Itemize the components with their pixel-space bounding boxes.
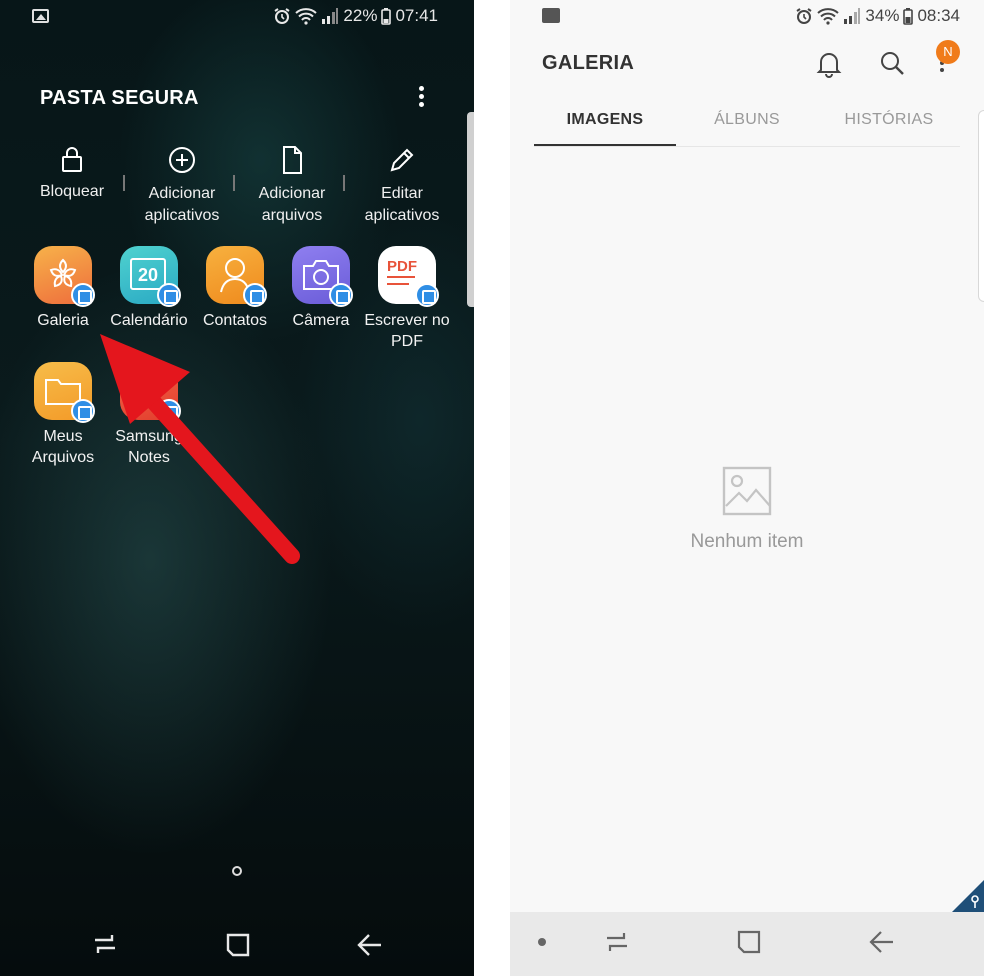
navigation-bar	[510, 912, 984, 976]
tab-historias[interactable]: HISTÓRIAS	[818, 108, 960, 146]
clock: 08:34	[917, 6, 960, 25]
recent-apps-icon[interactable]	[604, 930, 630, 954]
secure-folder-corner-icon	[952, 880, 984, 912]
status-bar: 34% 08:34	[510, 6, 984, 28]
tab-albuns[interactable]: ÁLBUNS	[676, 108, 818, 146]
page-indicator-dot	[232, 866, 242, 876]
right-screen-gallery: 34% 08:34 GALERIA N IMAGENS ÁLBUNS HISTÓ…	[510, 0, 984, 976]
home-icon[interactable]	[736, 929, 762, 955]
nav-dot	[538, 938, 546, 946]
annotation-arrow-icon	[100, 334, 300, 564]
wifi-icon	[817, 8, 840, 25]
home-icon[interactable]	[225, 932, 251, 958]
page-title: GALERIA	[542, 52, 635, 74]
left-screen-secure-folder: 22% 07:41 PASTA SEGURA Bloquear Adiciona…	[0, 0, 474, 976]
gallery-tabs: IMAGENS ÁLBUNS HISTÓRIAS	[534, 108, 960, 148]
battery-percent: 34%	[865, 6, 900, 25]
empty-image-icon	[722, 466, 772, 516]
tabs-divider	[534, 146, 960, 147]
bell-icon[interactable]	[816, 50, 842, 78]
recent-apps-icon[interactable]	[92, 932, 118, 956]
notification-badge: N	[936, 40, 960, 64]
battery-icon	[903, 8, 914, 25]
empty-state-text: Nenhum item	[690, 531, 804, 552]
back-icon[interactable]	[868, 929, 896, 955]
activity-notification-icon	[542, 8, 560, 23]
back-icon[interactable]	[356, 932, 384, 958]
edge-panel-handle[interactable]	[978, 110, 984, 302]
signal-icon	[844, 8, 861, 24]
alarm-icon	[796, 8, 812, 24]
edge-panel-handle[interactable]	[467, 112, 474, 307]
navigation-bar	[0, 924, 474, 964]
search-icon[interactable]	[878, 49, 906, 77]
tab-imagens[interactable]: IMAGENS	[534, 108, 676, 146]
